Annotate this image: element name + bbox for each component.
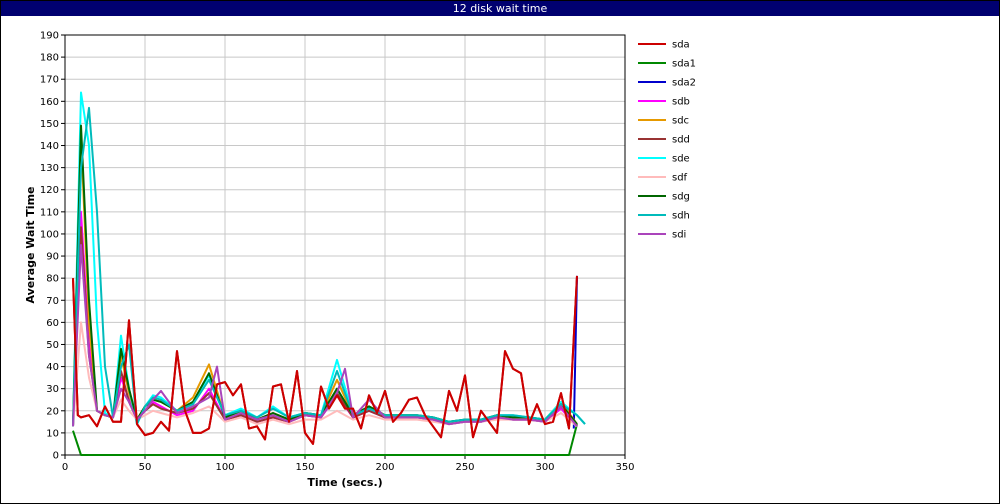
legend-label-sda: sda [672, 40, 690, 51]
x-axis: 0 50 100 150 200 250 300 350 [62, 455, 635, 473]
y-tick-label: 0 [53, 451, 59, 462]
y-tick-label: 140 [40, 141, 59, 152]
y-axis: 0 10 20 30 40 50 60 70 80 90 100 110 120 130 140 150 160… [40, 31, 65, 462]
x-tick-label: 200 [375, 462, 394, 473]
y-tick-label: 160 [40, 97, 59, 108]
y-tick-label: 10 [46, 428, 59, 439]
y-tick-label: 110 [40, 207, 59, 218]
x-tick-label: 50 [139, 462, 152, 473]
y-tick-label: 100 [40, 229, 59, 240]
line-chart: 0 10 20 30 40 50 60 70 80 90 100 110 120 130 140 150 160… [24, 31, 696, 490]
series-lines [72, 91, 586, 456]
x-tick-label: 250 [455, 462, 474, 473]
x-tick-label: 150 [295, 462, 314, 473]
y-tick-label: 180 [40, 53, 59, 64]
x-tick-label: 300 [535, 462, 554, 473]
x-tick-label: 0 [62, 462, 68, 473]
y-tick-label: 190 [40, 31, 59, 42]
y-tick-label: 150 [40, 119, 59, 130]
y-tick-label: 40 [46, 362, 59, 373]
x-tick-label: 350 [615, 462, 634, 473]
legend-label-sdd: sdd [672, 135, 690, 146]
x-tick-label: 100 [215, 462, 234, 473]
legend-label-sdg: sdg [672, 192, 690, 203]
legend: sda sda1 sda2 sdb sdc sdd sde sdf sdg sdh sdi [638, 40, 696, 241]
series-line-sdh [72, 106, 586, 427]
legend-label-sdc: sdc [672, 116, 689, 127]
legend-label-sdb: sdb [672, 97, 690, 108]
legend-label-sda1: sda1 [672, 59, 696, 70]
legend-label-sdi: sdi [672, 230, 686, 241]
legend-label-sdf: sdf [672, 173, 688, 184]
y-tick-label: 60 [46, 318, 59, 329]
y-tick-label: 80 [46, 274, 59, 285]
series-line-sda1 [72, 423, 578, 456]
x-axis-label: Time (secs.) [307, 476, 382, 489]
y-tick-label: 170 [40, 75, 59, 86]
legend-label-sda2: sda2 [672, 78, 696, 89]
y-tick-label: 20 [46, 406, 59, 417]
y-tick-label: 120 [40, 185, 59, 196]
series-line-sde [72, 91, 586, 427]
y-axis-label: Average Wait Time [24, 187, 37, 304]
y-tick-label: 70 [46, 296, 59, 307]
legend-label-sdh: sdh [672, 211, 690, 222]
y-tick-label: 130 [40, 163, 59, 174]
y-tick-label: 90 [46, 252, 59, 263]
y-tick-label: 30 [46, 384, 59, 395]
legend-label-sde: sde [672, 154, 690, 165]
y-tick-label: 50 [46, 340, 59, 351]
